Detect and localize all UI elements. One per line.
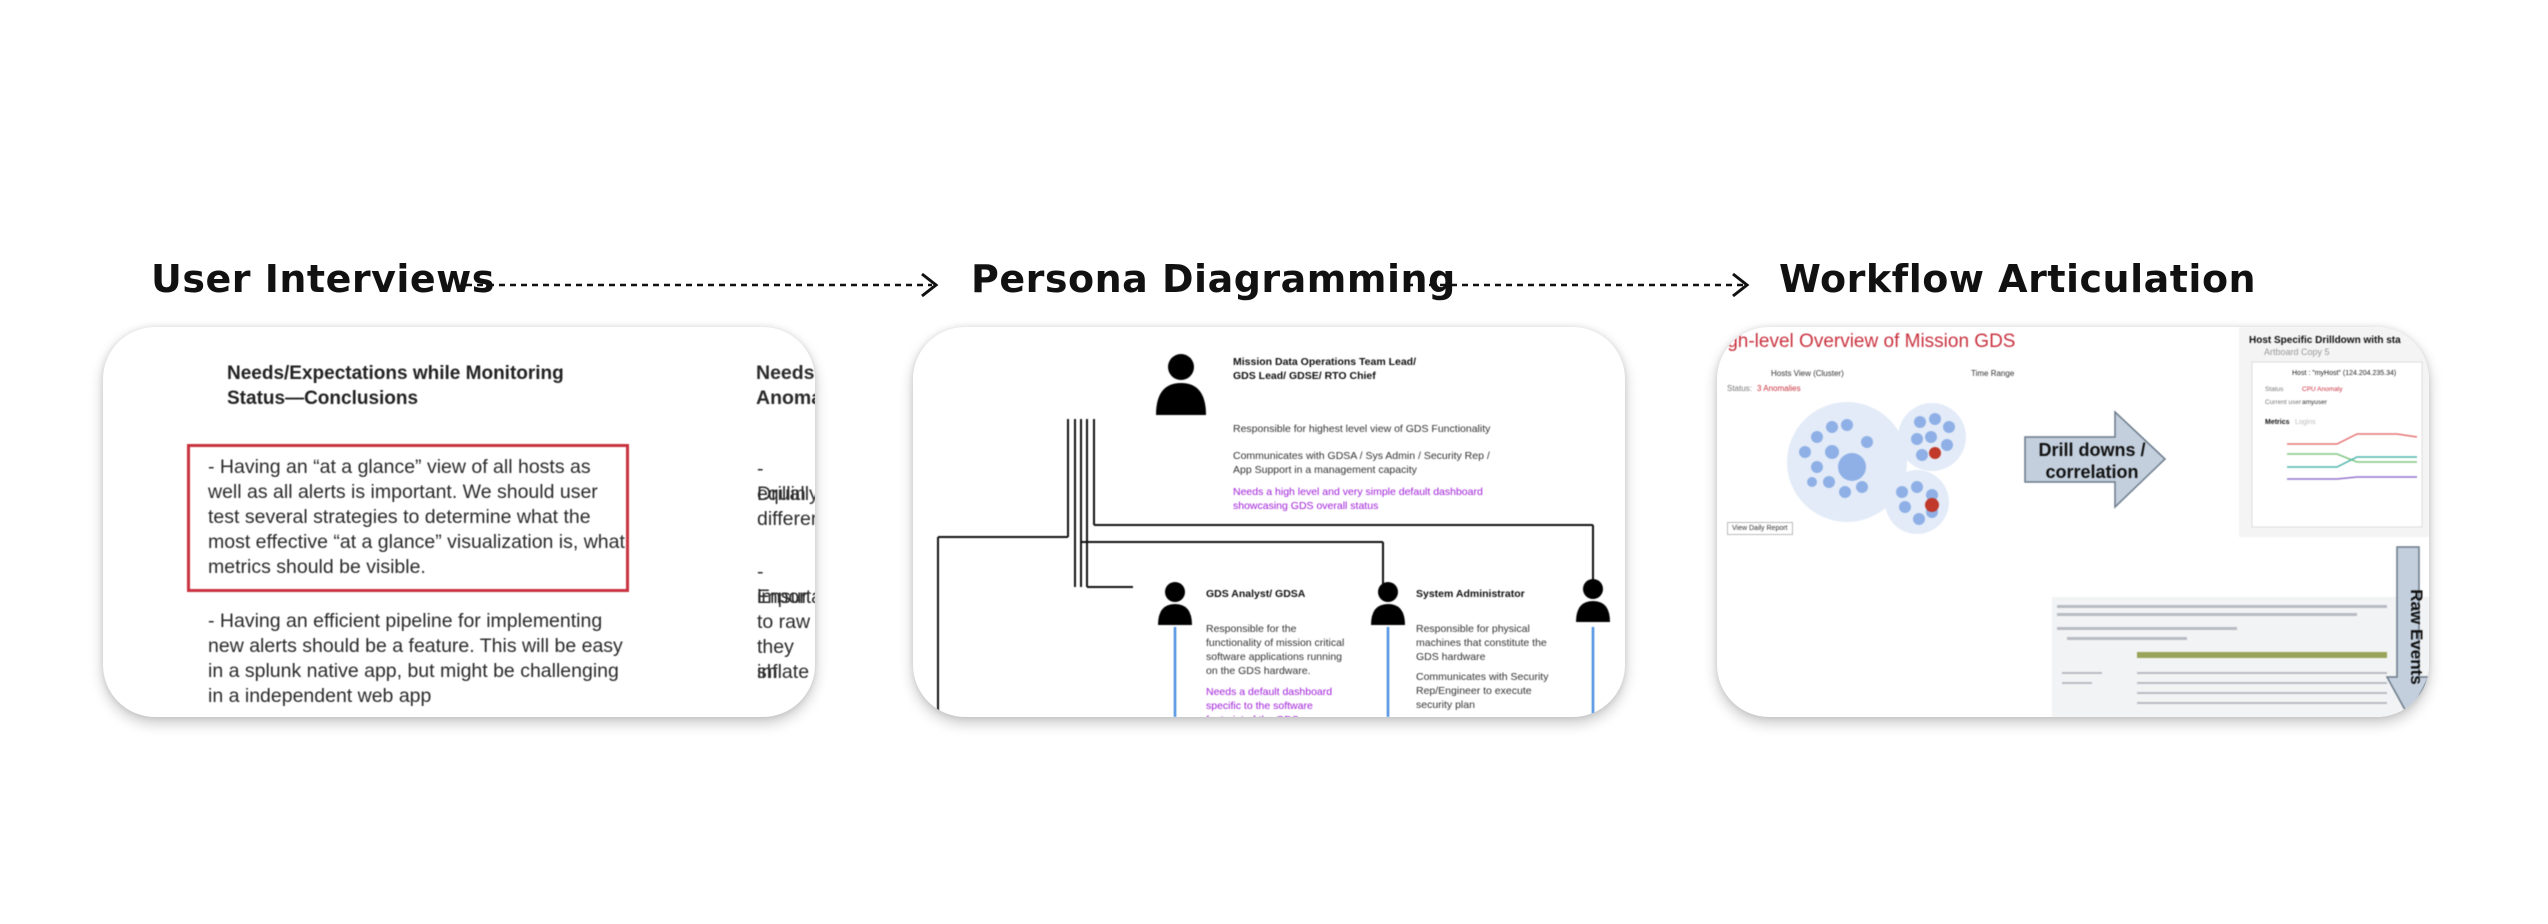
status-field-value: CPU Anomaly: [2302, 386, 2343, 393]
lead-title: Mission Data Operations Team Lead/ GDS L…: [1233, 356, 1417, 382]
host-value: Host : "myHost" (124.204.235.34): [2292, 370, 2397, 377]
interviews-heading-clipped: Needs,: [756, 362, 815, 384]
lead-desc-1: Responsible for highest level view of GD…: [1233, 423, 1491, 435]
person-icon-analyst: [1158, 582, 1192, 625]
interviews-heading: Needs/Expectations while Monitoring Stat…: [227, 363, 564, 409]
boxed-note: - Having an “at a glance” view of all ho…: [208, 456, 625, 578]
step-title-workflow-articulation: Workflow Articulation: [1779, 257, 2257, 301]
host-drilldown-title: Host Specific Drilldown with sta: [2249, 335, 2401, 346]
analyst-need: Needs a default dashboard specific to th…: [1206, 686, 1333, 717]
artboard-label: Artboard Copy 5: [2264, 347, 2330, 357]
clipped-line: equally: [757, 483, 815, 505]
analyst-title: GDS Analyst/ GDSA: [1206, 588, 1306, 600]
step-title-persona-diagramming: Persona Diagramming: [971, 257, 1456, 301]
current-user-value: amyuser: [2302, 399, 2327, 406]
lead-need: Needs a high level and very simple defau…: [1233, 486, 1483, 512]
interviews-heading-clipped-2: Anoma: [756, 387, 815, 409]
sysadmin-desc-1: Responsible for physical machines that c…: [1416, 623, 1547, 663]
analyst-desc-1: Responsible for the functionality of mis…: [1206, 623, 1345, 677]
person-icon-sysadmin: [1371, 582, 1405, 625]
current-user: Current user: [2265, 399, 2302, 406]
lead-desc-2: Communicates with GDSA / Sys Admin / Sec…: [1233, 450, 1490, 476]
flow-arrow-1: [466, 272, 939, 298]
card-user-interviews: Needs/Expectations while Monitoring Stat…: [103, 327, 815, 717]
clipped-line: to raw: [757, 611, 811, 633]
status-field: Status: [2265, 386, 2284, 393]
raw-events-label: Raw Events: [2407, 589, 2426, 685]
clipped-line: importa: [757, 586, 815, 608]
metrics-tab[interactable]: Metrics: [2265, 419, 2290, 426]
sysadmin-desc-2: Communicates with Security Rep/Engineer …: [1416, 671, 1549, 711]
flow-arrow-2: [1407, 272, 1750, 298]
sysadmin-title: System Administrator: [1416, 588, 1525, 600]
drill-label: Drill downs / correlation: [2038, 440, 2146, 482]
step-title-user-interviews: User Interviews: [151, 257, 495, 301]
card-workflow-articulation: igh-level Overview of Mission GDS Hosts …: [1717, 327, 2429, 717]
person-icon-other: [1576, 579, 1610, 622]
note-2: - Having an efficient pipeline for imple…: [208, 610, 623, 707]
card-persona-diagramming: Mission Data Operations Team Lead/ GDS L…: [913, 327, 1625, 717]
person-icon-lead: [1156, 354, 1206, 415]
logins-tab[interactable]: Logins: [2295, 419, 2316, 426]
clipped-line: inflate: [757, 661, 810, 683]
clipped-line: differen: [757, 508, 815, 530]
